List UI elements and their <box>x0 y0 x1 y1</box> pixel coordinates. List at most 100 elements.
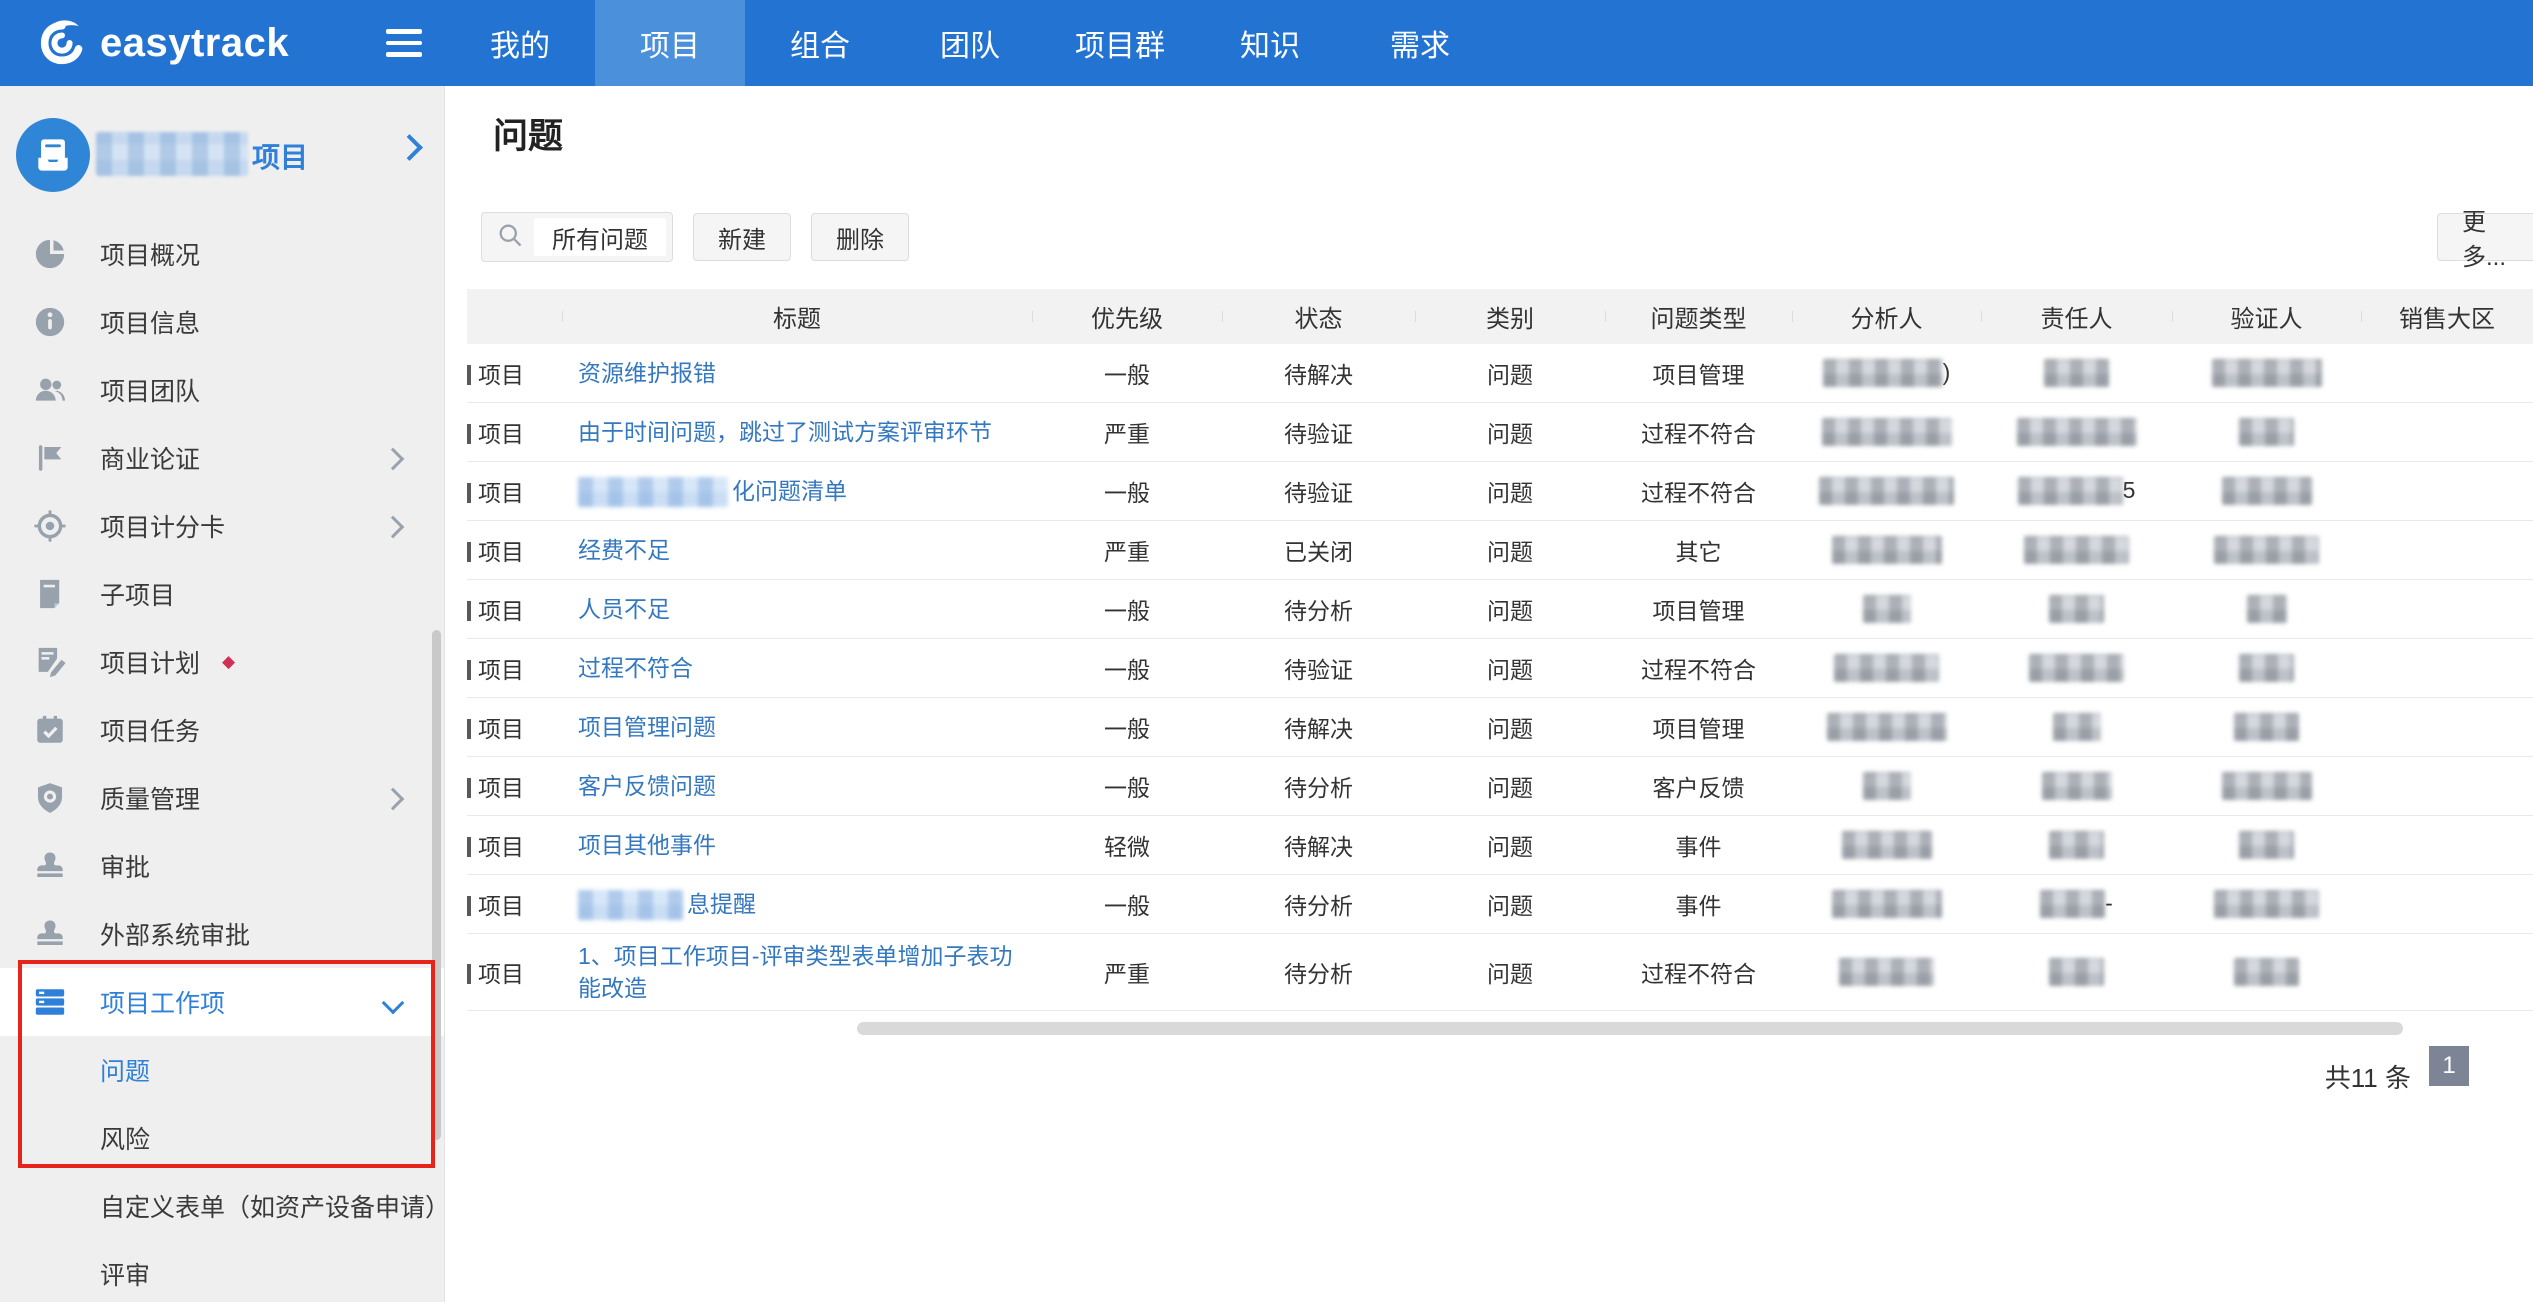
cell-status: 待验证 <box>1222 645 1415 691</box>
sidebar-item-14[interactable]: 自定义表单（如资产设备申请） <box>0 1172 444 1240</box>
cell-title: 息提醒 <box>562 882 1032 927</box>
issue-title-link[interactable]: 项目其他事件 <box>578 832 716 858</box>
cell-analyst <box>1792 589 1981 630</box>
issue-title-link[interactable]: 经费不足 <box>578 537 670 563</box>
hamburger-menu-icon[interactable] <box>372 0 436 86</box>
cell-category: 问题 <box>1415 645 1605 691</box>
page-number-badge[interactable]: 1 <box>2429 1046 2469 1086</box>
column-header-6[interactable]: 分析人 <box>1792 299 1981 334</box>
subproject-icon <box>33 577 67 611</box>
sidebar-item-13[interactable]: 风险 <box>0 1104 444 1172</box>
sidebar-item-0[interactable]: 项目概况 <box>0 220 444 288</box>
column-header-5[interactable]: 问题类型 <box>1605 299 1792 334</box>
sidebar-item-15[interactable]: 评审 <box>0 1240 444 1302</box>
sidebar-item-11[interactable]: 项目工作项 <box>0 968 444 1036</box>
sidebar-item-9[interactable]: 审批 <box>0 832 444 900</box>
cell-status: 已关闭 <box>1222 527 1415 573</box>
cell-owner <box>1981 589 2172 630</box>
column-header-7[interactable]: 责任人 <box>1981 299 2172 334</box>
project-expand-chevron-icon[interactable] <box>396 134 423 161</box>
plan-icon <box>33 645 67 679</box>
sidebar-item-2[interactable]: 项目团队 <box>0 356 444 424</box>
cell-title: 过程不符合 <box>562 646 1032 690</box>
sidebar-item-label: 外部系统审批 <box>100 916 250 952</box>
delete-button[interactable]: 删除 <box>811 213 909 261</box>
cell-verifier <box>2172 766 2361 807</box>
sidebar-scrollbar[interactable] <box>432 630 441 1140</box>
cell-verifier <box>2172 825 2361 866</box>
total-count: 共11 条 <box>2325 1058 2411 1095</box>
cell-title: 资源维护报错 <box>562 351 1032 395</box>
cell-status: 待解决 <box>1222 350 1415 396</box>
cell-priority: 轻微 <box>1032 822 1222 868</box>
nav-item-1[interactable]: 项目 <box>595 0 745 86</box>
cell-status: 待分析 <box>1222 586 1415 632</box>
issue-title-link[interactable]: 项目管理问题 <box>578 714 716 740</box>
cell-scope: 项目 <box>467 645 562 691</box>
cell-scope: 项目 <box>467 881 562 927</box>
nav-item-6[interactable]: 需求 <box>1345 0 1495 86</box>
cell-scope: 项目 <box>467 586 562 632</box>
cell-type: 过程不符合 <box>1605 949 1792 995</box>
cell-owner <box>1981 530 2172 571</box>
redacted-text <box>2212 359 2322 387</box>
issue-title-link[interactable]: 过程不符合 <box>578 655 693 681</box>
cell-category: 问题 <box>1415 527 1605 573</box>
cell-status: 待解决 <box>1222 822 1415 868</box>
table-row-6: 项目项目管理问题一般待解决问题项目管理 <box>467 698 2533 757</box>
sidebar-item-4[interactable]: 项目计分卡 <box>0 492 444 560</box>
table-header-row: 标题优先级状态类别问题类型分析人责任人验证人销售大区 <box>467 289 2533 344</box>
sidebar-item-3[interactable]: 商业论证 <box>0 424 444 492</box>
sidebar-item-label: 问题 <box>100 1052 150 1088</box>
cell-priority: 一般 <box>1032 763 1222 809</box>
issue-title-link[interactable]: 资源维护报错 <box>578 360 716 386</box>
new-button[interactable]: 新建 <box>693 213 791 261</box>
sidebar-item-7[interactable]: 项目任务 <box>0 696 444 764</box>
column-header-4[interactable]: 类别 <box>1415 299 1605 334</box>
nav-item-4[interactable]: 项目群 <box>1045 0 1195 86</box>
cell-title: 由于时间问题，跳过了测试方案评审环节 <box>562 410 1032 454</box>
issue-title-link[interactable]: 由于时间问题，跳过了测试方案评审环节 <box>578 419 992 445</box>
filter-dropdown[interactable]: 所有问题 <box>481 212 673 262</box>
sidebar-item-1[interactable]: 项目信息 <box>0 288 444 356</box>
sidebar-item-6[interactable]: 项目计划 ◆ <box>0 628 444 696</box>
column-header-8[interactable]: 验证人 <box>2172 299 2361 334</box>
column-header-9[interactable]: 销售大区 <box>2361 299 2533 334</box>
red-diamond-badge: ◆ <box>222 652 235 672</box>
sidebar-item-8[interactable]: 质量管理 <box>0 764 444 832</box>
column-header-1[interactable]: 标题 <box>562 299 1032 334</box>
cell-priority: 严重 <box>1032 409 1222 455</box>
sidebar-item-label: 项目信息 <box>100 304 200 340</box>
column-header-2[interactable]: 优先级 <box>1032 299 1222 334</box>
nav-item-5[interactable]: 知识 <box>1195 0 1345 86</box>
filter-value[interactable]: 所有问题 <box>534 218 666 256</box>
issue-title-link[interactable]: 客户反馈问题 <box>578 773 716 799</box>
issue-title-link[interactable]: 人员不足 <box>578 596 670 622</box>
issue-title-link[interactable]: 1、项目工作项目-评审类型表单增加子表功能改造 <box>578 943 1012 1001</box>
more-button[interactable]: 更多... <box>2437 213 2533 261</box>
cell-category: 问题 <box>1415 704 1605 750</box>
cell-type: 过程不符合 <box>1605 409 1792 455</box>
brand-logo[interactable]: easytrack <box>36 0 289 86</box>
sidebar-item-label: 自定义表单（如资产设备申请） <box>100 1188 444 1224</box>
project-header[interactable]: 项目 <box>0 86 444 220</box>
cell-scope: 项目 <box>467 949 562 995</box>
table-body: 项目资源维护报错一般待解决问题项目管理)项目由于时间问题，跳过了测试方案评审环节… <box>467 344 2533 1011</box>
column-header-3[interactable]: 状态 <box>1222 299 1415 334</box>
sidebar-item-label: 项目计划 <box>100 644 200 680</box>
horizontal-scrollbar[interactable] <box>857 1022 2403 1035</box>
project-inbox-icon <box>16 118 90 192</box>
nav-item-3[interactable]: 团队 <box>895 0 1045 86</box>
sidebar-item-label: 项目概况 <box>100 236 200 272</box>
sidebar-item-5[interactable]: 子项目 <box>0 560 444 628</box>
issue-title-link[interactable]: 息提醒 <box>687 891 756 917</box>
cell-owner <box>1981 353 2172 394</box>
nav-item-2[interactable]: 组合 <box>745 0 895 86</box>
sidebar-item-10[interactable]: 外部系统审批 <box>0 900 444 968</box>
work-items-icon <box>33 985 67 1019</box>
issue-title-link[interactable]: 化问题清单 <box>732 478 847 504</box>
sidebar-item-12[interactable]: 问题 <box>0 1036 444 1104</box>
nav-item-0[interactable]: 我的 <box>445 0 595 86</box>
cell-title: 经费不足 <box>562 528 1032 572</box>
cell-priority: 严重 <box>1032 949 1222 995</box>
